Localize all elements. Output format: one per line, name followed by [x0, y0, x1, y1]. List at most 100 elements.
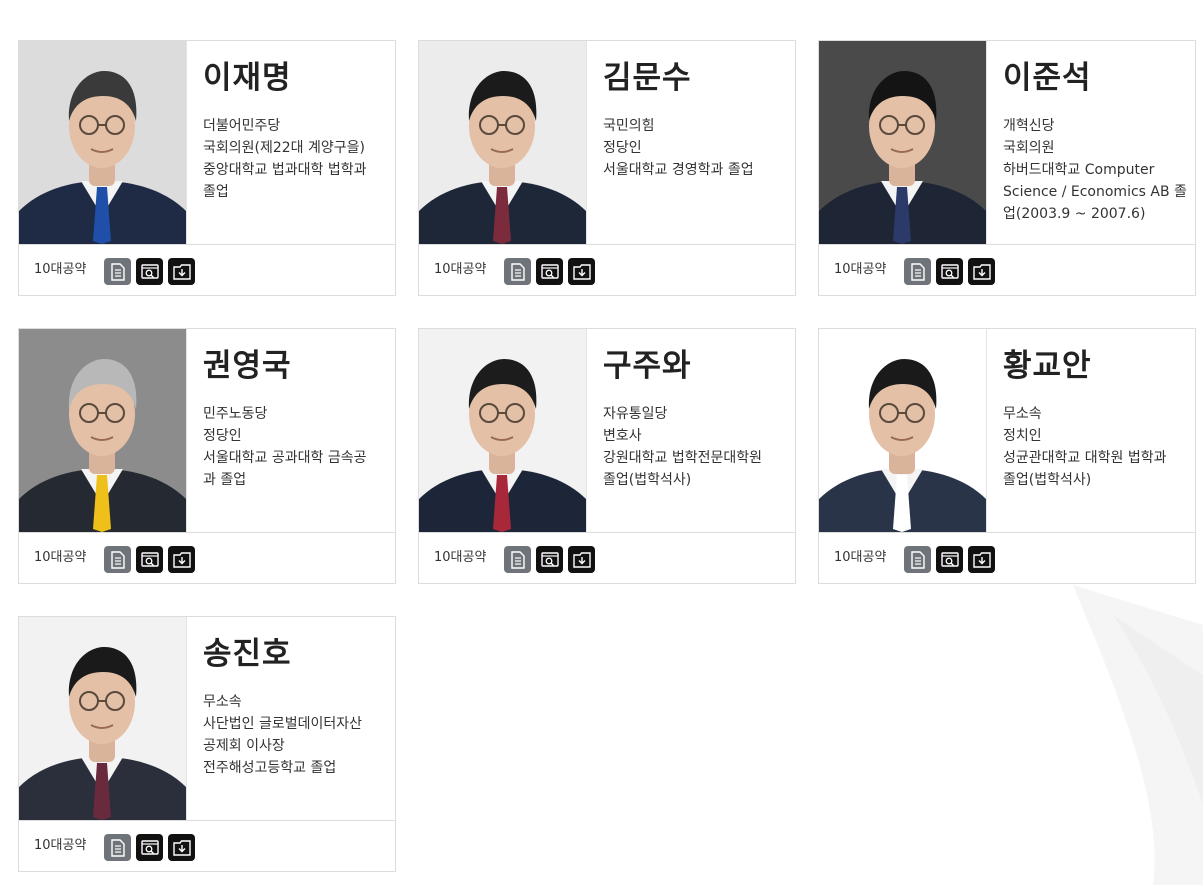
- candidate-party: 민주노동당: [203, 406, 268, 422]
- candidate-info: 권영국 민주노동당 정당인 서울대학교 공과대학 금속공 과 졸업: [203, 343, 387, 491]
- candidate-detail: Science / Economics AB 졸: [1003, 184, 1187, 200]
- candidate-card: 송진호 무소속 사단법인 글로벌데이터자산 공제회 이사장 전주해성고등학교 졸…: [18, 616, 396, 872]
- candidate-card-top: 황교안 무소속 정치인 성균관대학교 대학원 법학과 졸업(법학석사): [819, 329, 1195, 533]
- document-icon: [110, 838, 125, 857]
- search-view-icon: [540, 551, 559, 567]
- pledge-bar: 10대공약: [19, 533, 395, 583]
- download-icon: [572, 263, 591, 280]
- pledge-label: 10대공약: [34, 550, 87, 565]
- candidate-detail: 성균관대학교 대학원 법학과: [1003, 450, 1167, 466]
- pledge-view-button[interactable]: [936, 258, 963, 285]
- candidate-card-top: 구주와 자유통일당 변호사 강원대학교 법학전문대학원 졸업(법학석사): [419, 329, 795, 533]
- pledge-bar: 10대공약: [19, 245, 395, 295]
- pledge-label: 10대공약: [34, 838, 87, 853]
- candidate-info: 송진호 무소속 사단법인 글로벌데이터자산 공제회 이사장 전주해성고등학교 졸…: [203, 631, 387, 779]
- candidate-photo: [819, 329, 987, 532]
- candidate-card-top: 권영국 민주노동당 정당인 서울대학교 공과대학 금속공 과 졸업: [19, 329, 395, 533]
- candidate-detail: 하버드대학교 Computer: [1003, 162, 1155, 178]
- pledge-download-button[interactable]: [568, 546, 595, 573]
- search-view-icon: [940, 263, 959, 279]
- pledge-bar: 10대공약: [19, 821, 395, 871]
- pledge-document-button[interactable]: [904, 546, 931, 573]
- pledge-download-button[interactable]: [568, 258, 595, 285]
- pledge-label: 10대공약: [434, 550, 487, 565]
- candidate-detail: 공제회 이사장: [203, 738, 285, 754]
- pledge-label: 10대공약: [834, 550, 887, 565]
- pledge-document-button[interactable]: [104, 258, 131, 285]
- pledge-bar: 10대공약: [419, 245, 795, 295]
- candidate-card: 이재명 더불어민주당 국회의원(제22대 계양구을) 중앙대학교 법과대학 법학…: [18, 40, 396, 296]
- pledge-label: 10대공약: [34, 262, 87, 277]
- pledge-view-button[interactable]: [936, 546, 963, 573]
- search-view-icon: [540, 263, 559, 279]
- document-icon: [510, 262, 525, 281]
- candidate-party: 더불어민주당: [203, 118, 281, 134]
- candidate-party: 무소속: [203, 694, 242, 710]
- candidate-card: 황교안 무소속 정치인 성균관대학교 대학원 법학과 졸업(법학석사) 10대공…: [818, 328, 1196, 584]
- candidate-info: 이재명 더불어민주당 국회의원(제22대 계양구을) 중앙대학교 법과대학 법학…: [203, 55, 387, 203]
- search-view-icon: [140, 551, 159, 567]
- candidate-photo: [19, 329, 187, 532]
- candidate-detail: 국회의원: [1003, 140, 1055, 156]
- candidate-party: 자유통일당: [603, 406, 668, 422]
- pledge-view-button[interactable]: [136, 834, 163, 861]
- pledge-bar: 10대공약: [819, 533, 1195, 583]
- pledge-view-button[interactable]: [536, 258, 563, 285]
- candidate-detail: 강원대학교 법학전문대학원: [603, 450, 763, 466]
- candidate-grid: 이재명 더불어민주당 국회의원(제22대 계양구을) 중앙대학교 법과대학 법학…: [0, 0, 1203, 885]
- candidate-photo: [419, 329, 587, 532]
- pledge-document-button[interactable]: [904, 258, 931, 285]
- search-view-icon: [140, 263, 159, 279]
- candidate-info: 이준석 개혁신당 국회의원 하버드대학교 Computer Science / …: [1003, 55, 1187, 225]
- candidate-party: 개혁신당: [1003, 118, 1055, 134]
- candidate-card-top: 김문수 국민의힘 정당인 서울대학교 경영학과 졸업: [419, 41, 795, 245]
- candidate-card: 이준석 개혁신당 국회의원 하버드대학교 Computer Science / …: [818, 40, 1196, 296]
- pledge-bar: 10대공약: [819, 245, 1195, 295]
- pledge-bar: 10대공약: [419, 533, 795, 583]
- pledge-download-button[interactable]: [168, 546, 195, 573]
- candidate-card-top: 송진호 무소속 사단법인 글로벌데이터자산 공제회 이사장 전주해성고등학교 졸…: [19, 617, 395, 821]
- candidate-party: 국민의힘: [603, 118, 655, 134]
- document-icon: [910, 550, 925, 569]
- pledge-download-button[interactable]: [168, 258, 195, 285]
- candidate-name: 구주와: [603, 348, 692, 384]
- pledge-document-button[interactable]: [104, 546, 131, 573]
- candidate-info: 구주와 자유통일당 변호사 강원대학교 법학전문대학원 졸업(법학석사): [603, 343, 787, 491]
- download-icon: [572, 551, 591, 568]
- download-icon: [972, 263, 991, 280]
- download-icon: [172, 263, 191, 280]
- search-view-icon: [140, 839, 159, 855]
- candidate-card: 김문수 국민의힘 정당인 서울대학교 경영학과 졸업 10대공약: [418, 40, 796, 296]
- pledge-document-button[interactable]: [504, 258, 531, 285]
- pledge-view-button[interactable]: [136, 258, 163, 285]
- pledge-download-button[interactable]: [968, 546, 995, 573]
- candidate-party: 무소속: [1003, 406, 1042, 422]
- pledge-label: 10대공약: [834, 262, 887, 277]
- candidate-photo: [19, 41, 187, 244]
- download-icon: [172, 551, 191, 568]
- candidate-detail: 정치인: [1003, 428, 1042, 444]
- candidate-name: 김문수: [603, 60, 692, 96]
- pledge-download-button[interactable]: [168, 834, 195, 861]
- candidate-card-top: 이준석 개혁신당 국회의원 하버드대학교 Computer Science / …: [819, 41, 1195, 245]
- candidate-detail: 졸업: [203, 184, 229, 200]
- candidate-detail: 중앙대학교 법과대학 법학과: [203, 162, 367, 178]
- document-icon: [110, 550, 125, 569]
- download-icon: [172, 839, 191, 856]
- pledge-document-button[interactable]: [104, 834, 131, 861]
- pledge-view-button[interactable]: [136, 546, 163, 573]
- pledge-download-button[interactable]: [968, 258, 995, 285]
- candidate-photo: [819, 41, 987, 244]
- candidate-photo: [19, 617, 187, 820]
- pledge-view-button[interactable]: [536, 546, 563, 573]
- candidate-detail: 변호사: [603, 428, 642, 444]
- candidate-detail: 업(2003.9 ~ 2007.6): [1003, 206, 1146, 222]
- candidate-detail: 졸업(법학석사): [1003, 472, 1092, 488]
- candidate-detail: 졸업(법학석사): [603, 472, 692, 488]
- candidate-name: 이재명: [203, 60, 292, 96]
- candidate-detail: 정당인: [203, 428, 242, 444]
- candidate-detail: 사단법인 글로벌데이터자산: [203, 716, 363, 732]
- candidate-detail: 과 졸업: [203, 472, 247, 488]
- candidate-detail: 정당인: [603, 140, 642, 156]
- pledge-document-button[interactable]: [504, 546, 531, 573]
